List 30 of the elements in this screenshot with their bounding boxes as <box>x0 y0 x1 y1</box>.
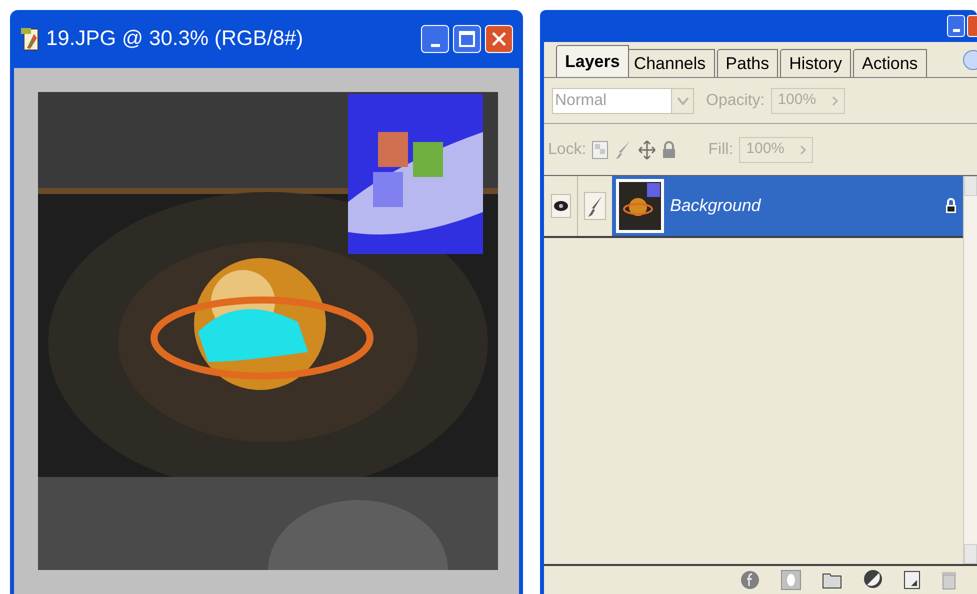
lock-label: Lock: <box>548 140 586 160</box>
folder-icon[interactable] <box>822 571 842 589</box>
layer-name: Background <box>670 195 762 218</box>
layer-thumbnail <box>616 179 664 233</box>
minimize-button[interactable] <box>947 15 965 37</box>
adjustment-layer-icon[interactable] <box>863 569 883 591</box>
trash-icon[interactable] <box>941 570 957 590</box>
new-layer-icon[interactable] <box>904 571 920 589</box>
panel-tab[interactable]: Layers <box>556 45 629 77</box>
panel-tab[interactable]: Actions <box>853 49 927 77</box>
brush-icon[interactable] <box>584 192 606 220</box>
fill-label: Fill: <box>708 140 734 160</box>
panel-tab[interactable]: Paths <box>716 49 778 77</box>
opacity-label: Opacity: <box>706 90 765 110</box>
maximize-button[interactable] <box>453 25 481 53</box>
close-icon <box>491 31 507 47</box>
lock-icon[interactable] <box>662 140 676 158</box>
layer-style-icon[interactable] <box>740 569 760 591</box>
window-title: 19.JPG @ 30.3% (RGB/8#) <box>46 26 304 52</box>
minimize-button[interactable] <box>421 25 449 53</box>
panel-tab[interactable]: History <box>780 49 852 77</box>
layer-row[interactable]: Background <box>612 176 963 236</box>
lock-transparency-icon[interactable] <box>592 140 608 158</box>
panel-menu-button[interactable] <box>963 50 977 70</box>
eye-icon[interactable] <box>550 194 570 218</box>
mask-icon[interactable] <box>781 570 801 590</box>
close-button[interactable] <box>485 25 513 53</box>
close-button[interactable] <box>967 15 977 37</box>
scrollbar[interactable] <box>963 176 977 564</box>
move-icon[interactable] <box>638 140 656 160</box>
